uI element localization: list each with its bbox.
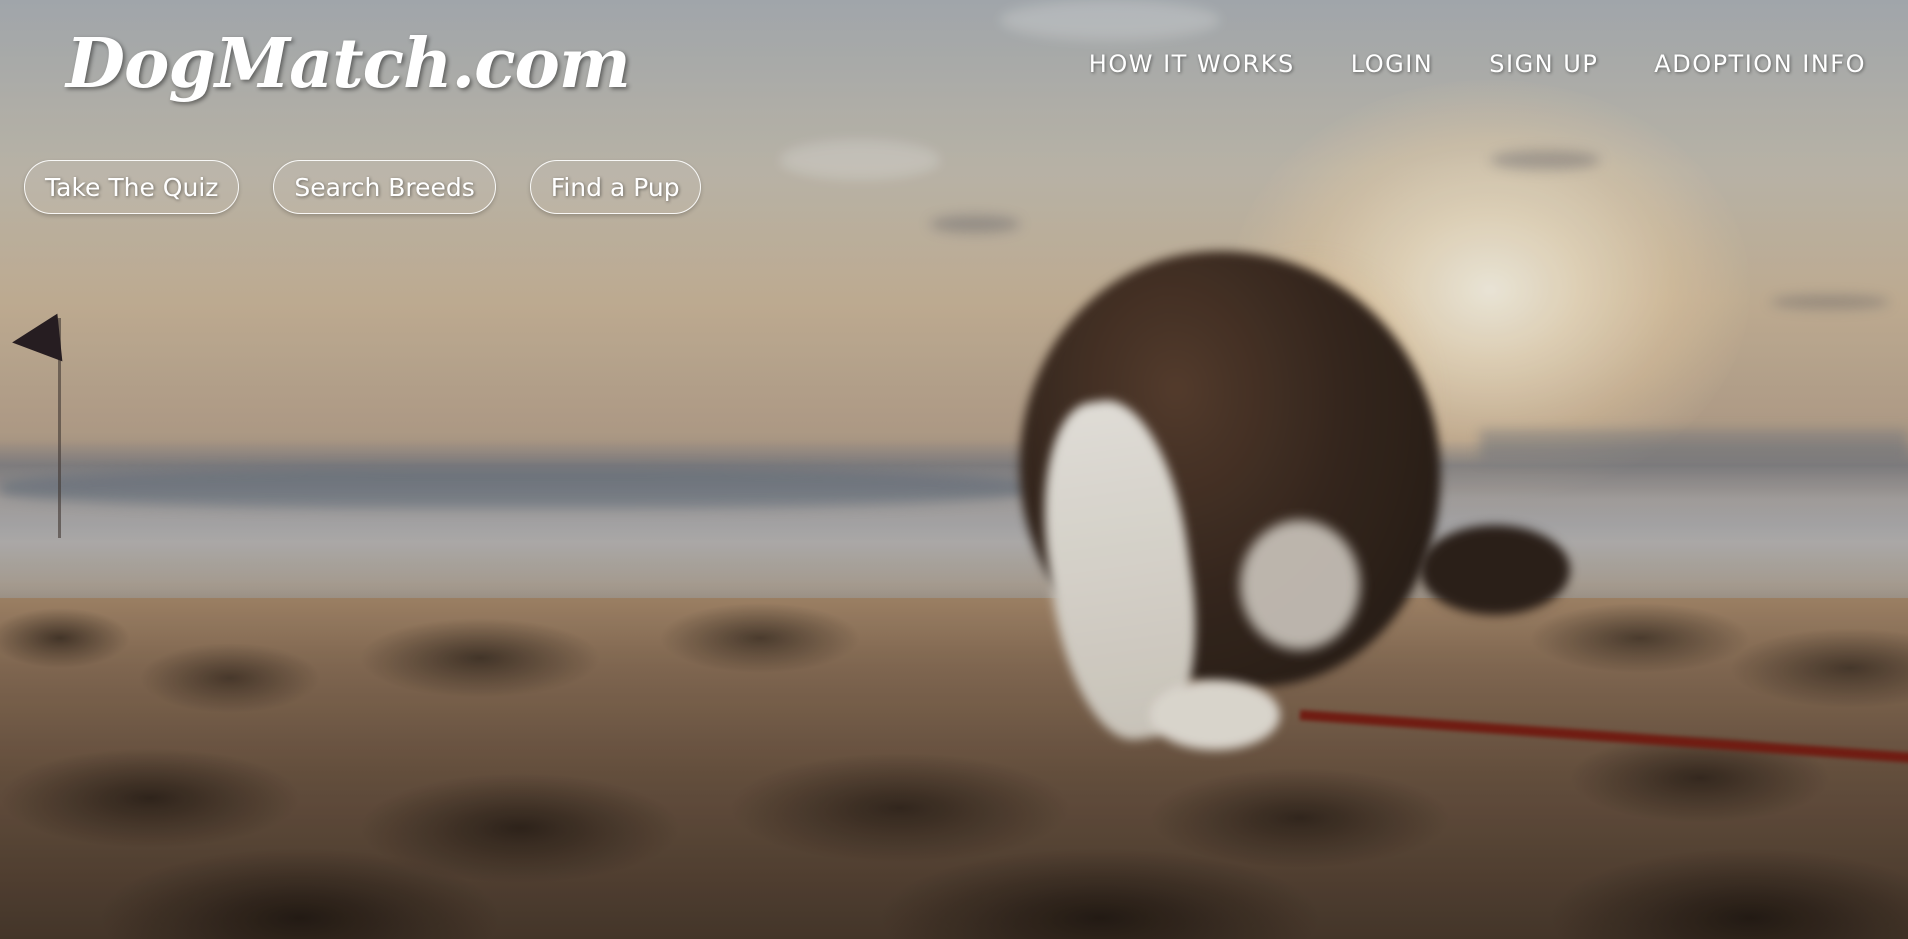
nav-sign-up[interactable]: SIGN UP [1489, 50, 1598, 78]
overlay [0, 0, 1908, 939]
main-nav: HOW IT WORKS LOGIN SIGN UP ADOPTION INFO [1089, 50, 1866, 78]
nav-adoption-info[interactable]: ADOPTION INFO [1654, 50, 1866, 78]
find-pup-button[interactable]: Find a Pup [529, 160, 701, 214]
take-quiz-button[interactable]: Take The Quiz [24, 160, 240, 214]
hero-background: DogMatch.com HOW IT WORKS LOGIN SIGN UP … [0, 0, 1908, 939]
search-breeds-button[interactable]: Search Breeds [273, 160, 496, 214]
site-logo[interactable]: DogMatch.com [66, 24, 631, 104]
nav-login[interactable]: LOGIN [1351, 50, 1434, 78]
action-buttons: Take The Quiz Search Breeds Find a Pup [24, 160, 701, 214]
nav-how-it-works[interactable]: HOW IT WORKS [1089, 50, 1295, 78]
